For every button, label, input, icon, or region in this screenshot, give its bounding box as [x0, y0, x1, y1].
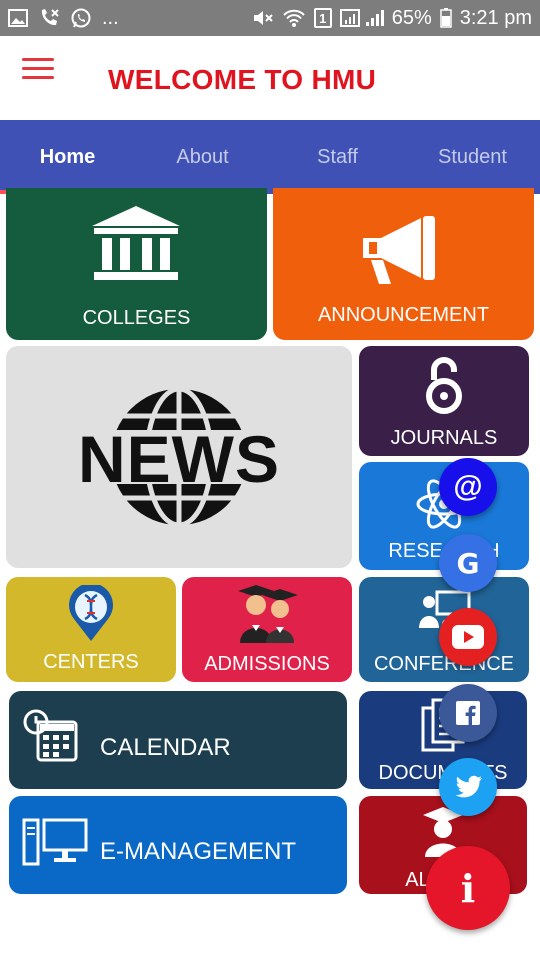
status-more-dots: ...: [102, 6, 119, 29]
admissions-label: ADMISSIONS: [204, 653, 330, 675]
graduates-icon: [232, 581, 302, 643]
megaphone-icon: [359, 212, 445, 288]
calendar-label: CALENDAR: [100, 734, 231, 761]
calendar-icon: [21, 707, 79, 765]
dna-pin-icon: [68, 585, 114, 643]
tab-about[interactable]: About: [135, 120, 270, 194]
info-icon: i: [460, 865, 476, 911]
facebook-fab[interactable]: [439, 684, 497, 742]
conference-label: CONFERENCE: [373, 653, 514, 675]
missed-call-icon: [38, 7, 60, 29]
twitter-icon: [453, 775, 483, 799]
youtube-icon: [452, 625, 484, 649]
emanagement-label: E-MANAGEMENT: [100, 838, 297, 865]
twitter-fab[interactable]: [439, 758, 497, 816]
google-fab[interactable]: G: [439, 534, 497, 592]
info-fab[interactable]: i: [426, 846, 510, 930]
emanagement-tile[interactable]: E-MANAGEMENT: [9, 796, 347, 894]
journals-label: JOURNALS: [390, 427, 498, 449]
open-access-icon: [420, 354, 468, 416]
tab-staff[interactable]: Staff: [270, 120, 405, 194]
battery-percent: 65%: [391, 6, 432, 29]
announcement-label: ANNOUNCEMENT: [317, 304, 490, 326]
tab-bar: Home About Staff Student: [0, 120, 540, 194]
calendar-tile[interactable]: CALENDAR: [9, 691, 347, 789]
journals-tile[interactable]: JOURNALS: [359, 346, 529, 456]
centers-tile[interactable]: CENTERS: [6, 577, 176, 682]
admissions-tile[interactable]: ADMISSIONS: [182, 577, 352, 682]
battery-icon: [439, 8, 452, 28]
signal-icon: [339, 8, 384, 28]
news-tile[interactable]: NEWS: [6, 346, 352, 568]
tab-home[interactable]: Home: [0, 120, 135, 194]
page-title: WELCOME TO HMU: [108, 64, 377, 95]
app-bar: WELCOME TO HMU: [0, 36, 540, 120]
computer-icon: [21, 814, 89, 870]
news-label: NEWS: [78, 422, 280, 496]
centers-label: CENTERS: [43, 651, 139, 673]
email-fab[interactable]: @: [439, 458, 497, 516]
at-sign-icon: @: [453, 470, 483, 503]
status-time: 3:21 pm: [459, 6, 532, 29]
google-icon: G: [456, 546, 480, 580]
image-icon: [8, 9, 28, 27]
announcement-tile[interactable]: ANNOUNCEMENT: [273, 188, 534, 340]
colleges-tile[interactable]: COLLEGES: [6, 188, 267, 340]
mute-icon: [252, 8, 274, 28]
tab-student[interactable]: Student: [405, 120, 540, 194]
building-icon: [86, 204, 186, 284]
hamburger-menu-icon[interactable]: [22, 58, 54, 86]
sim-icon: 1: [313, 8, 332, 28]
youtube-fab[interactable]: [439, 608, 497, 666]
colleges-label: COLLEGES: [82, 307, 191, 329]
whatsapp-icon: [70, 7, 92, 29]
wifi-icon: [282, 8, 306, 28]
facebook-icon: [456, 701, 480, 725]
status-bar: ... 1 65% 3:21 pm: [0, 0, 540, 36]
